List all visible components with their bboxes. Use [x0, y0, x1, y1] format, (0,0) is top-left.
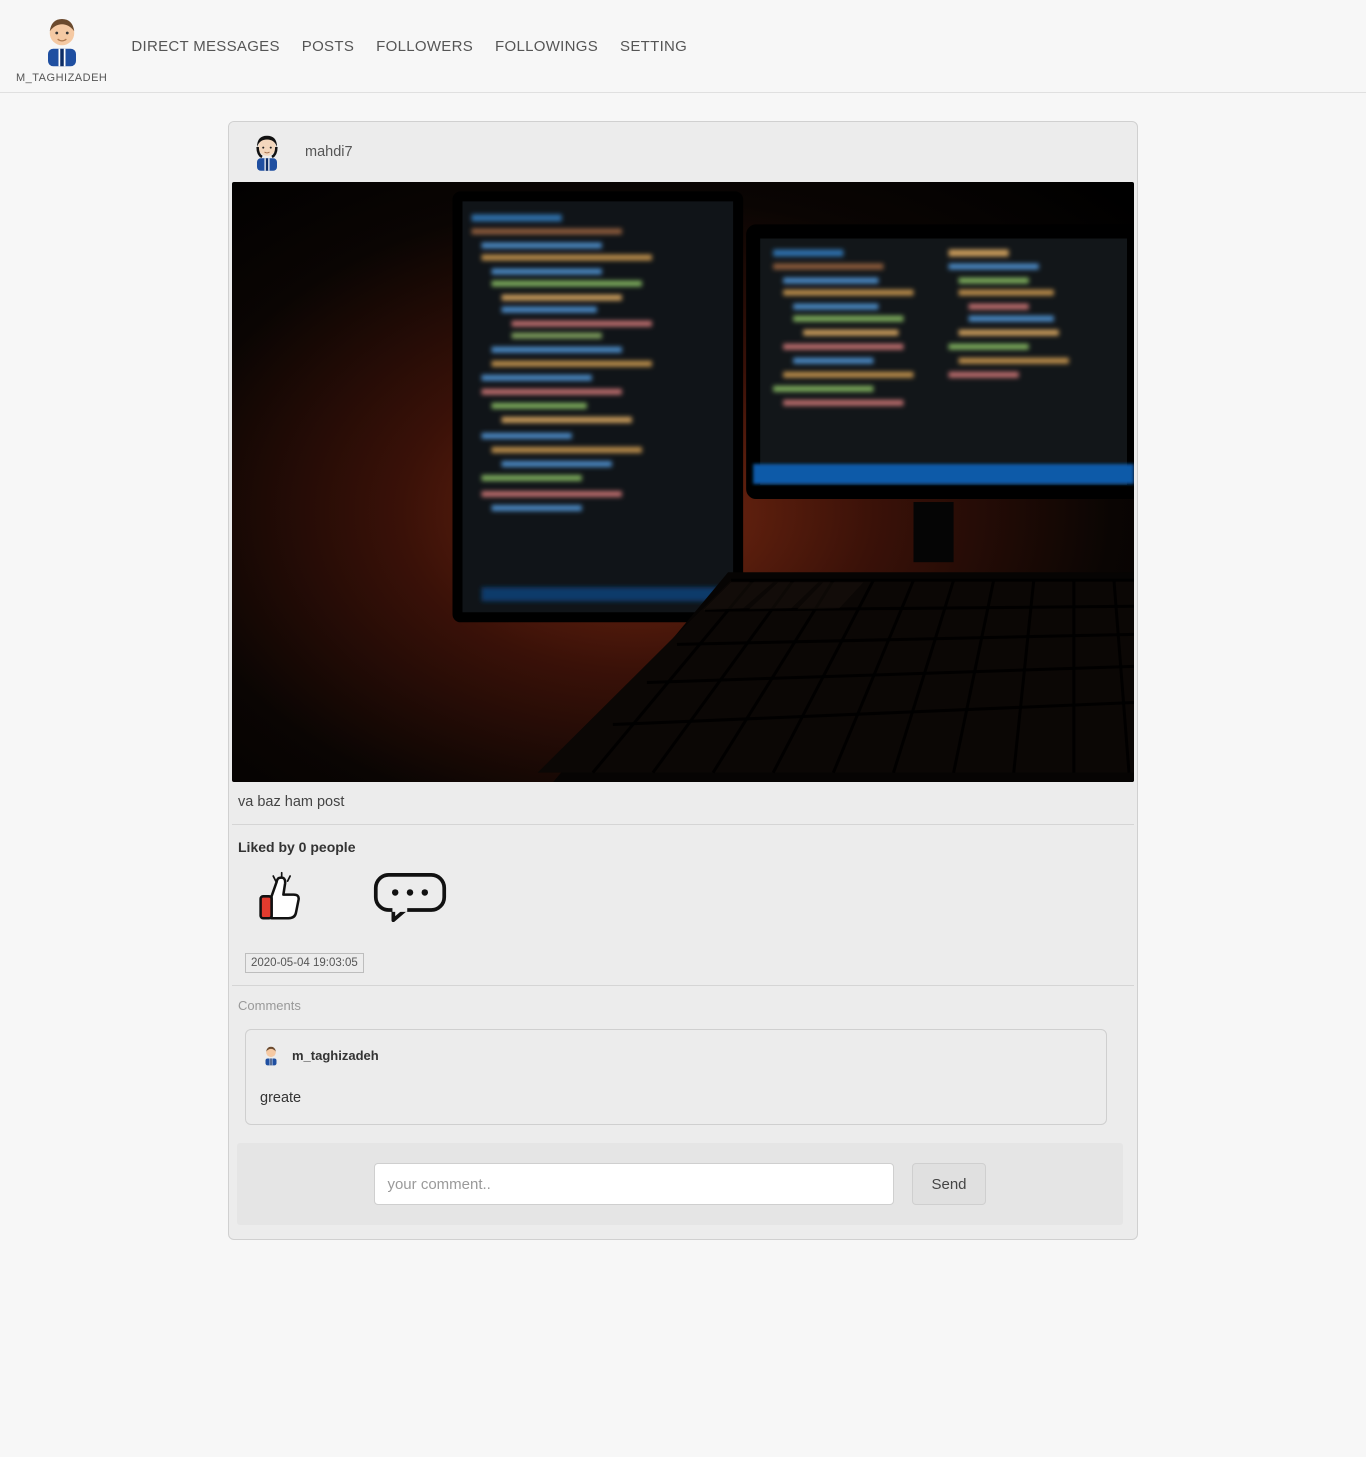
- speech-bubble-icon: [373, 872, 447, 929]
- nav-links: DIRECT MESSAGES POSTS FOLLOWERS FOLLOWIN…: [131, 38, 709, 59]
- post-image[interactable]: [232, 182, 1134, 782]
- post-card: mahdi7: [228, 121, 1138, 1240]
- post-actions: [229, 855, 1137, 939]
- nav-avatar-icon: [34, 12, 90, 68]
- comment-header: m_taghizadeh: [260, 1044, 1092, 1066]
- comment-body: greate: [260, 1090, 1092, 1106]
- comment-avatar-icon: [260, 1044, 282, 1066]
- post-author-avatar-icon: [247, 132, 287, 172]
- likes-count: Liked by 0 people: [232, 825, 1134, 855]
- like-button[interactable]: [245, 865, 315, 935]
- nav-link-direct-messages[interactable]: DIRECT MESSAGES: [131, 38, 279, 55]
- nav-username: M_TAGHIZADEH: [16, 72, 107, 84]
- navbar: M_TAGHIZADEH DIRECT MESSAGES POSTS FOLLO…: [0, 0, 1366, 93]
- nav-link-posts[interactable]: POSTS: [302, 38, 354, 55]
- post-caption: va baz ham post: [232, 782, 1134, 825]
- page-container: mahdi7: [0, 93, 1366, 1280]
- comment-item: m_taghizadeh greate: [245, 1029, 1107, 1125]
- post-timestamp: 2020-05-04 19:03:05: [245, 953, 364, 973]
- comment-form: Send: [237, 1143, 1123, 1225]
- nav-link-setting[interactable]: SETTING: [620, 38, 687, 55]
- comment-button[interactable]: [375, 865, 445, 935]
- nav-link-followings[interactable]: FOLLOWINGS: [495, 38, 598, 55]
- post-author-name: mahdi7: [305, 144, 353, 160]
- thumbs-up-icon: [253, 871, 307, 930]
- comments-heading: Comments: [232, 986, 1134, 1023]
- comment-author: m_taghizadeh: [292, 1048, 379, 1063]
- send-button[interactable]: Send: [912, 1163, 985, 1205]
- post-header[interactable]: mahdi7: [229, 122, 371, 182]
- nav-link-followers[interactable]: FOLLOWERS: [376, 38, 473, 55]
- nav-profile-link[interactable]: M_TAGHIZADEH: [16, 12, 107, 84]
- comment-input[interactable]: [374, 1163, 894, 1205]
